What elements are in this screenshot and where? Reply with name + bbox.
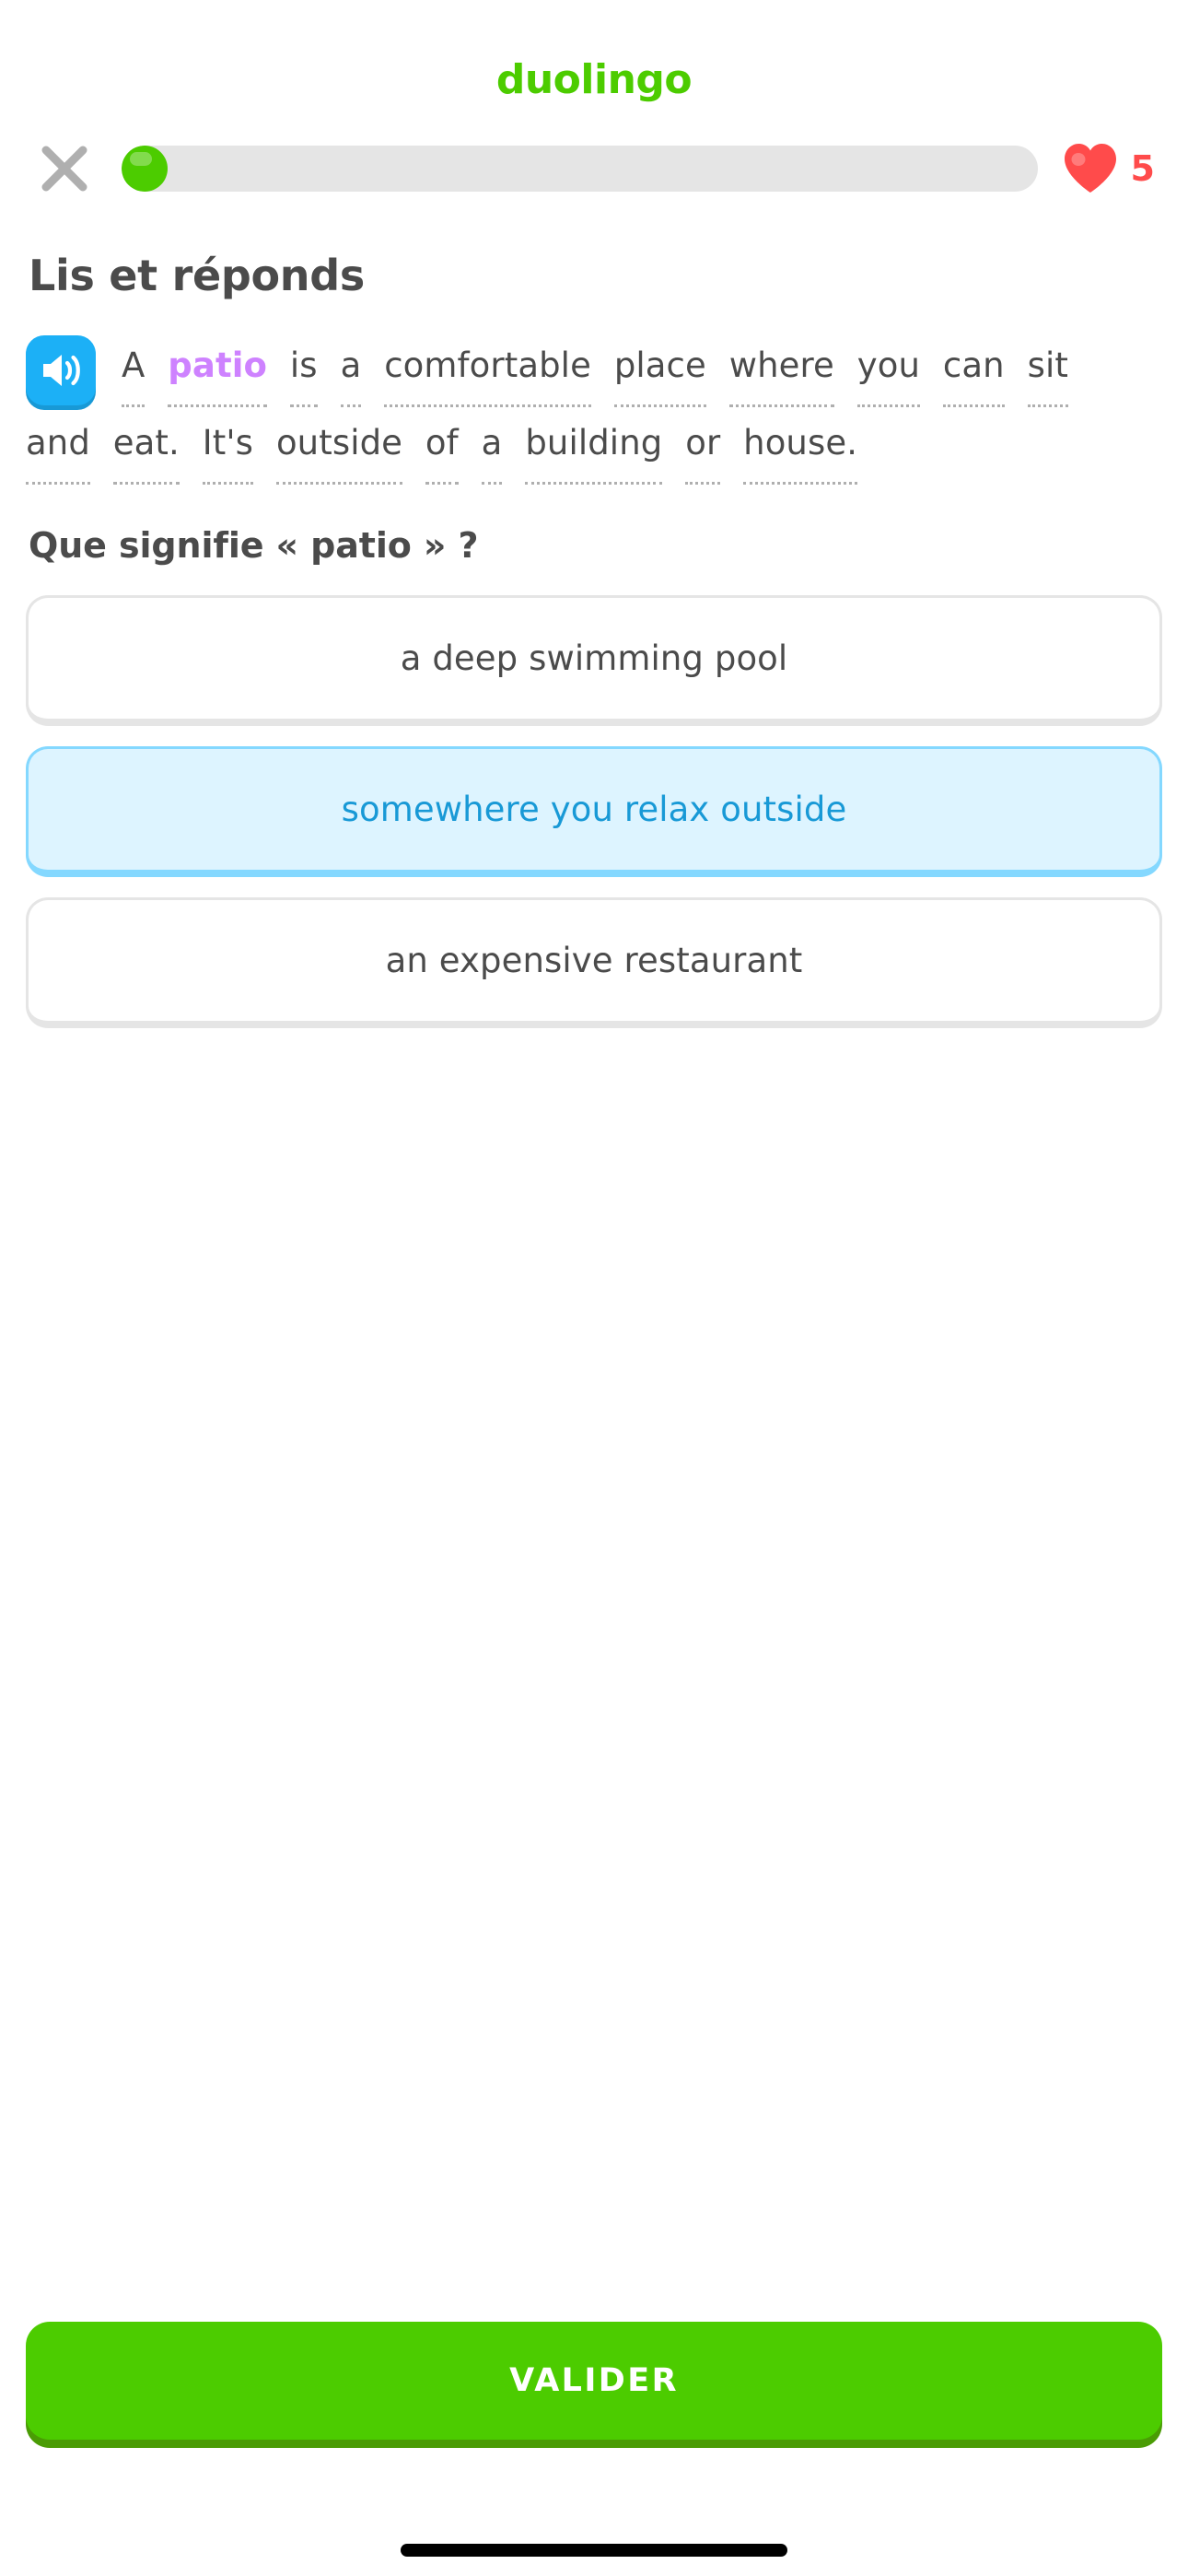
lesson-progress-fill — [122, 146, 168, 192]
lesson-header: 5 — [0, 109, 1188, 228]
home-indicator-area — [0, 2524, 1188, 2576]
passage-word[interactable]: patio — [168, 330, 268, 407]
answer-option-1[interactable]: a deep swimming pool — [26, 595, 1162, 726]
hearts-counter[interactable]: 5 — [1062, 142, 1155, 195]
duolingo-lesson-screen: duolingo 5 Lis et réponds A patio is a c… — [0, 0, 1188, 2576]
passage-word[interactable]: eat. — [112, 407, 180, 485]
answer-option-label: somewhere you relax outside — [341, 790, 847, 829]
passage-word[interactable]: you — [856, 330, 921, 407]
passage-word[interactable]: It's — [202, 407, 254, 485]
passage-word[interactable]: is — [289, 330, 318, 407]
answer-option-2[interactable]: somewhere you relax outside — [26, 746, 1162, 877]
close-x-icon — [37, 141, 92, 196]
check-answer-button[interactable]: VALIDER — [26, 2322, 1162, 2440]
play-audio-button[interactable] — [26, 335, 96, 405]
passage-word[interactable]: outside — [275, 407, 403, 485]
passage-word[interactable]: can — [942, 330, 1005, 407]
speaker-volume-icon — [40, 351, 82, 390]
page-title: Lis et réponds — [29, 251, 365, 300]
passage-word[interactable]: building — [525, 407, 663, 485]
lesson-content: Lis et réponds A patio is a comfortable … — [0, 228, 1188, 2322]
brand-header: duolingo — [0, 0, 1188, 109]
answer-option-3[interactable]: an expensive restaurant — [26, 897, 1162, 1028]
heart-count-label: 5 — [1130, 148, 1155, 189]
passage-word[interactable]: place — [613, 330, 706, 407]
close-lesson-button[interactable] — [31, 135, 98, 202]
answer-option-label: an expensive restaurant — [385, 941, 803, 980]
passage-text: A patio is a comfortable place where you… — [26, 330, 1162, 485]
progress-highlight — [130, 152, 152, 166]
lesson-footer: VALIDER — [0, 2322, 1188, 2440]
lesson-progress-bar — [122, 146, 1038, 192]
passage-word[interactable]: or — [685, 407, 721, 485]
duolingo-wordmark: duolingo — [495, 56, 693, 103]
passage-word[interactable]: a — [481, 407, 503, 485]
home-indicator[interactable] — [401, 2544, 787, 2557]
answer-option-label: a deep swimming pool — [400, 638, 788, 678]
passage-word[interactable]: and — [26, 407, 90, 485]
passage-word[interactable]: A — [122, 330, 146, 407]
passage-word[interactable]: where — [728, 330, 834, 407]
heart-icon — [1062, 142, 1119, 195]
reading-passage-block: A patio is a comfortable place where you… — [26, 330, 1162, 485]
passage-word[interactable]: house. — [743, 407, 858, 485]
passage-word[interactable]: a — [340, 330, 362, 407]
passage-word[interactable]: of — [425, 407, 459, 485]
passage-word[interactable]: comfortable — [384, 330, 591, 407]
passage-word[interactable]: sit — [1027, 330, 1068, 407]
answer-options-list: a deep swimming pool somewhere you relax … — [26, 595, 1162, 1028]
question-prompt: Que signifie « patio » ? — [29, 525, 479, 566]
